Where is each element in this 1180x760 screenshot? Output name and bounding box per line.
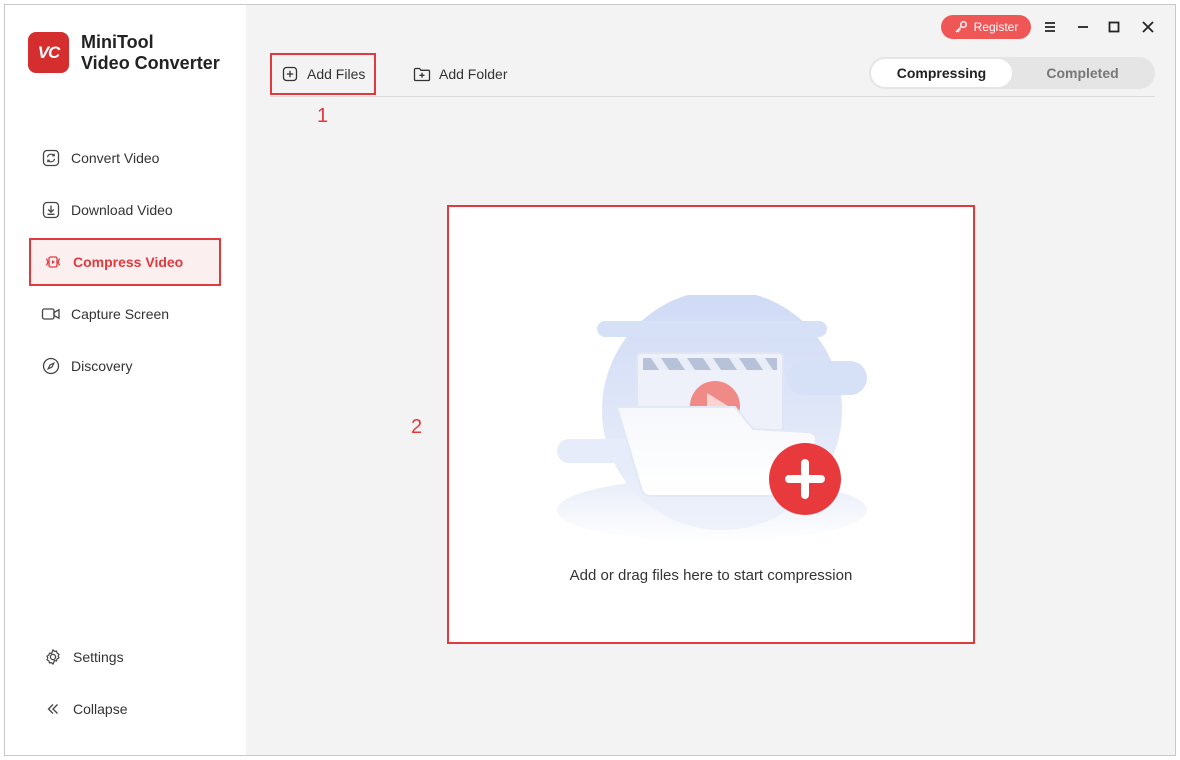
step-marker-2: 2 [411,416,423,438]
folder-plus-icon [413,65,431,83]
add-folder-label: Add Folder [439,66,508,82]
sidebar-item-capture-screen[interactable]: Capture Screen [29,290,221,338]
close-button[interactable] [1136,15,1160,39]
close-icon [1141,20,1155,34]
maximize-button[interactable] [1102,15,1126,39]
status-tabs: Compressing Completed [869,57,1155,89]
add-files-button[interactable]: Add Files [270,53,376,95]
double-chevron-left-icon [43,699,63,719]
convert-icon [41,148,61,168]
logo-text: VC [37,42,61,62]
sidebar-item-convert-video[interactable]: Convert Video [29,134,221,182]
toolbar-divider [270,96,1155,97]
minimize-button[interactable] [1071,15,1095,39]
sidebar-item-label: Capture Screen [71,306,170,322]
sidebar-item-discovery[interactable]: Discovery [29,342,221,390]
minimize-icon [1076,21,1090,33]
plus-square-icon [281,65,299,83]
sidebar-item-label: Convert Video [71,150,160,166]
maximize-icon [1108,21,1120,33]
add-files-label: Add Files [307,66,366,82]
settings-label: Settings [73,649,124,665]
app-brand: MiniTool Video Converter [81,32,220,74]
sidebar: VC MiniTool Video Converter Convert Vide… [5,5,246,755]
file-drop-zone[interactable]: Add or drag files here to start compress… [447,205,975,644]
add-folder-button[interactable]: Add Folder [413,53,523,95]
brand-line-1: MiniTool [81,32,154,52]
settings-button[interactable]: Settings [29,637,221,677]
register-button[interactable]: Register [941,15,1031,39]
sidebar-item-download-video[interactable]: Download Video [29,186,221,234]
drop-zone-instructions: Add or drag files here to start compress… [569,567,853,584]
tab-compressing[interactable]: Compressing [871,59,1012,87]
folder-video-illustration [557,295,867,542]
app-logo: VC [28,32,69,73]
brand-line-2: Video Converter [81,53,220,73]
download-icon [41,200,61,220]
key-icon [954,20,968,34]
sidebar-item-label: Download Video [71,202,173,218]
gear-icon [43,647,63,667]
step-marker-1: 1 [317,105,329,127]
camera-icon [41,304,61,324]
sidebar-item-compress-video[interactable]: Compress Video [29,238,221,286]
menu-button[interactable] [1038,15,1062,39]
tab-completed[interactable]: Completed [1012,59,1153,87]
compress-icon [43,252,63,272]
collapse-button[interactable]: Collapse [29,689,221,729]
sidebar-item-label: Discovery [71,358,133,374]
app-window: VC MiniTool Video Converter Convert Vide… [4,4,1176,756]
compass-icon [41,356,61,376]
register-label: Register [973,20,1019,34]
collapse-label: Collapse [73,701,128,717]
sidebar-item-label: Compress Video [73,254,184,270]
hamburger-icon [1043,21,1057,33]
